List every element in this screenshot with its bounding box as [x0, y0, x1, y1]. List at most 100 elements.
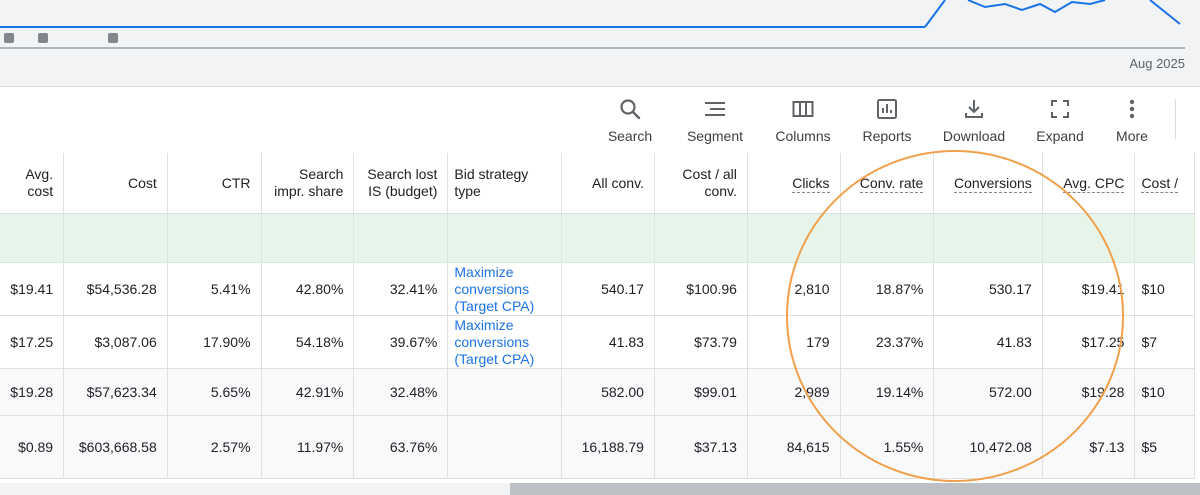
bid-strategy-link[interactable]: Maximize conversions (Target CPA) — [454, 317, 550, 368]
table-row[interactable]: $0.89 $603,668.58 2.57% 11.97% 63.76% 16… — [0, 415, 1195, 479]
cell-lost-is: 63.76% — [353, 415, 449, 479]
more-button[interactable]: More — [1110, 97, 1154, 144]
cell-all-conv: 582.00 — [561, 368, 655, 416]
col-header-conv-rate[interactable]: Conv. rate — [840, 153, 935, 214]
expand-button[interactable]: Expand — [1032, 97, 1088, 144]
expand-icon — [1032, 97, 1088, 123]
cell-cost-all-conv: $99.01 — [654, 368, 748, 416]
columns-icon — [770, 97, 836, 123]
cell-ctr: 5.65% — [167, 368, 262, 416]
search-label: Search — [607, 128, 653, 144]
columns-button[interactable]: Columns — [770, 97, 836, 144]
cell-avg-cost: $0.89 — [0, 415, 65, 479]
segment-button[interactable]: Segment — [682, 97, 748, 144]
col-header-ctr[interactable]: CTR — [167, 153, 262, 214]
stats-table: Avg. cost Cost CTR Search impr. share Sea… — [0, 153, 1195, 479]
cell-clicks: 2,810 — [747, 262, 841, 316]
cell-conversions: 10,472.08 — [933, 415, 1043, 479]
cell-avg-cost: $19.28 — [0, 368, 65, 416]
cell-clicks: 179 — [747, 315, 841, 369]
search-icon — [601, 97, 659, 123]
columns-label: Columns — [775, 128, 831, 144]
cell-all-conv: 41.83 — [561, 315, 655, 369]
cell-cost-per: $10 — [1134, 368, 1195, 416]
reports-icon — [857, 97, 917, 123]
col-header-avg-cpc[interactable]: Avg. CPC — [1042, 153, 1136, 214]
cell-all-conv: 16,188.79 — [561, 415, 655, 479]
cell-cost-per: $5 — [1134, 415, 1195, 479]
cell-cost: $54,536.28 — [63, 262, 168, 316]
chart-handle-2 — [38, 33, 48, 43]
performance-chart: Aug 2025 — [0, 0, 1200, 86]
col-header-bid-strategy[interactable]: Bid strategy type — [447, 153, 562, 214]
cell-bid-strategy: Maximize conversions (Target CPA) — [447, 262, 562, 316]
cell-clicks: 2,989 — [747, 368, 841, 416]
cell-ctr: 5.41% — [167, 262, 262, 316]
cell-impr-share: 42.91% — [261, 368, 355, 416]
cell-cost: $603,668.58 — [63, 415, 168, 479]
cell-cost-all-conv: $100.96 — [654, 262, 748, 316]
cell-bid-strategy — [447, 368, 562, 416]
filter-row — [0, 213, 1195, 263]
segment-icon — [682, 97, 748, 123]
cell-conv-rate: 23.37% — [840, 315, 935, 369]
col-header-all-conv[interactable]: All conv. — [561, 153, 655, 214]
cell-conversions: 530.17 — [933, 262, 1043, 316]
cell-impr-share: 54.18% — [261, 315, 355, 369]
col-header-search-impr-share[interactable]: Search impr. share — [261, 153, 355, 214]
cell-conversions: 41.83 — [933, 315, 1043, 369]
col-header-search-lost-is[interactable]: Search lost IS (budget) — [353, 153, 449, 214]
chart-series-line-b — [967, 0, 1106, 14]
cell-ctr: 17.90% — [167, 315, 262, 369]
chart-date-label: Aug 2025 — [1129, 56, 1185, 71]
chart-handle-3 — [108, 33, 118, 43]
table-row[interactable]: $19.28 $57,623.34 5.65% 42.91% 32.48% 58… — [0, 368, 1195, 416]
download-button[interactable]: Download — [938, 97, 1010, 144]
col-header-conversions[interactable]: Conversions — [933, 153, 1043, 214]
header-row: Avg. cost Cost CTR Search impr. share Sea… — [0, 153, 1195, 214]
chart-series-line-c — [1149, 0, 1181, 25]
cell-conv-rate: 19.14% — [840, 368, 935, 416]
segment-label: Segment — [686, 128, 744, 144]
col-header-avg-cost[interactable]: Avg. cost — [0, 153, 65, 214]
chart-handle-1 — [4, 33, 14, 43]
cell-bid-strategy — [447, 415, 562, 479]
cell-bid-strategy: Maximize conversions (Target CPA) — [447, 315, 562, 369]
cell-ctr: 2.57% — [167, 415, 262, 479]
col-header-cost[interactable]: Cost — [63, 153, 168, 214]
reports-label: Reports — [862, 128, 912, 144]
toolbar-separator — [1175, 99, 1176, 139]
cell-all-conv: 540.17 — [561, 262, 655, 316]
col-header-clicks[interactable]: Clicks — [747, 153, 841, 214]
download-label: Download — [942, 128, 1006, 144]
cell-avg-cost: $19.41 — [0, 262, 65, 316]
cell-lost-is: 39.67% — [353, 315, 449, 369]
more-label: More — [1116, 128, 1148, 144]
cell-cost-per: $7 — [1134, 315, 1195, 369]
cell-conv-rate: 1.55% — [840, 415, 935, 479]
cell-impr-share: 42.80% — [261, 262, 355, 316]
chart-svg — [0, 0, 1185, 49]
cell-lost-is: 32.48% — [353, 368, 449, 416]
horizontal-scrollbar-thumb[interactable] — [510, 483, 1200, 495]
cell-conv-rate: 18.87% — [840, 262, 935, 316]
col-header-cost-all-conv[interactable]: Cost / all conv. — [654, 153, 748, 214]
cell-cost: $3,087.06 — [63, 315, 168, 369]
table-row[interactable]: $19.41 $54,536.28 5.41% 42.80% 32.41% Ma… — [0, 262, 1195, 316]
col-header-cost-per[interactable]: Cost / — [1134, 153, 1195, 214]
bid-strategy-link[interactable]: Maximize conversions (Target CPA) — [454, 264, 550, 315]
cell-avg-cpc: $7.13 — [1042, 415, 1136, 479]
cell-cost-per: $10 — [1134, 262, 1195, 316]
more-vert-icon — [1110, 97, 1154, 123]
cell-avg-cpc: $19.28 — [1042, 368, 1136, 416]
cell-cost-all-conv: $73.79 — [654, 315, 748, 369]
cell-lost-is: 32.41% — [353, 262, 449, 316]
reports-button[interactable]: Reports — [857, 97, 917, 144]
chart-series-line-a — [924, 0, 946, 28]
search-button[interactable]: Search — [601, 97, 659, 144]
table-row[interactable]: $17.25 $3,087.06 17.90% 54.18% 39.67% Ma… — [0, 315, 1195, 369]
cell-clicks: 84,615 — [747, 415, 841, 479]
cell-cost-all-conv: $37.13 — [654, 415, 748, 479]
cell-avg-cpc: $17.25 — [1042, 315, 1136, 369]
expand-label: Expand — [1036, 128, 1084, 144]
